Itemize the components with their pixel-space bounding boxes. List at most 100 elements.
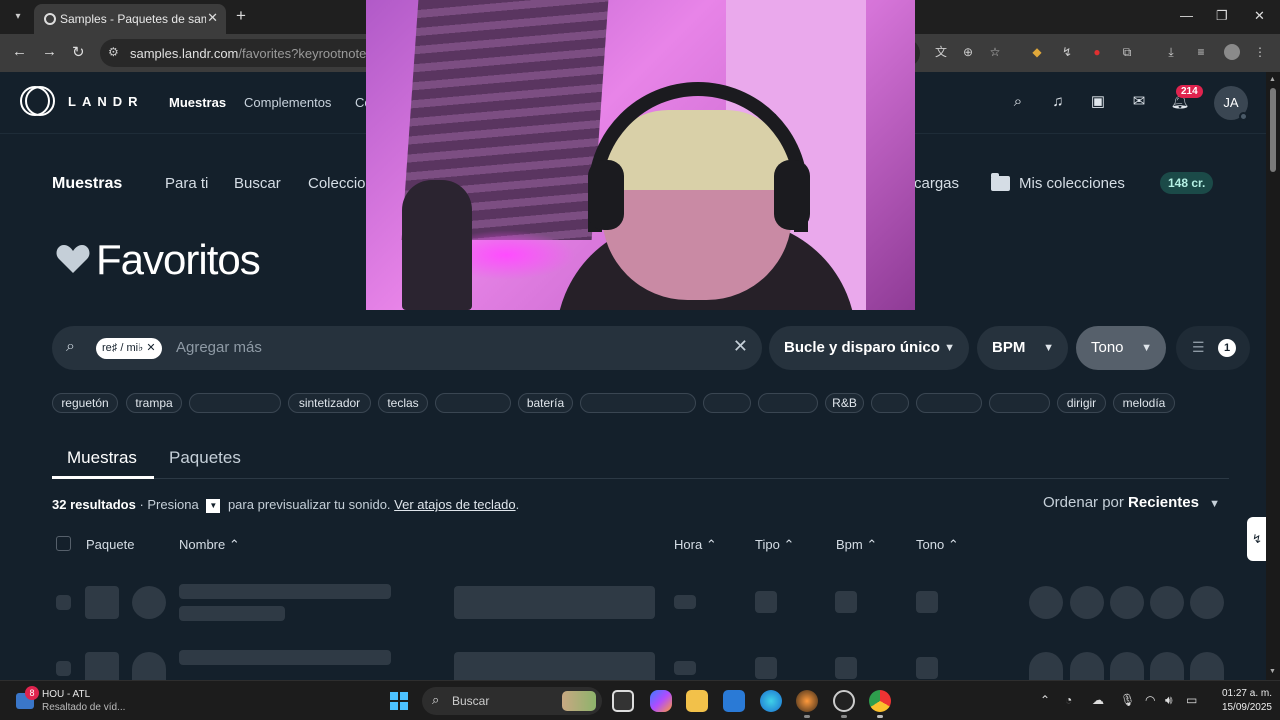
widget-line2: Resaltado de víd...: [42, 702, 126, 713]
file-explorer-icon[interactable]: [686, 690, 708, 712]
copilot-icon[interactable]: [650, 690, 672, 712]
record-icon[interactable]: ●: [1089, 44, 1105, 60]
mail-icon[interactable]: ✉: [1129, 92, 1149, 112]
forward-icon[interactable]: →: [42, 43, 57, 60]
key-dropdown[interactable]: Tono ▼: [1076, 326, 1166, 370]
sort-dropdown[interactable]: Ordenar por Recientes ▼: [1043, 494, 1220, 511]
bookmark-star-icon[interactable]: ☆: [987, 44, 1003, 60]
col-hora[interactable]: Hora ⌃: [674, 537, 717, 553]
tag-placeholder[interactable]: [758, 393, 818, 413]
window-close-icon[interactable]: ✕: [1254, 8, 1265, 24]
translate-icon[interactable]: 文: [933, 44, 949, 60]
tag-placeholder[interactable]: [189, 393, 281, 413]
reload-icon[interactable]: ↻: [72, 43, 85, 61]
cloud-icon[interactable]: ☁: [1092, 693, 1104, 707]
tray-overflow-icon[interactable]: ⌃: [1040, 693, 1050, 707]
volume-icon[interactable]: 🔊︎: [1165, 693, 1173, 708]
subnav-colecciones[interactable]: Coleccio: [308, 175, 366, 192]
maximize-icon[interactable]: ❐: [1216, 8, 1228, 24]
site-info-icon[interactable]: ⚙: [108, 45, 119, 59]
search-field[interactable]: ⌕ re♯ / mi♭ ✕ Agregar más ✕: [52, 326, 762, 370]
new-tab-icon[interactable]: +: [236, 6, 246, 26]
chip-remove-icon[interactable]: ✕: [146, 342, 155, 354]
tag-placeholder[interactable]: [703, 393, 751, 413]
page-scrollbar[interactable]: ▲ ▼: [1266, 72, 1280, 680]
side-panel-toggle-icon[interactable]: ↯: [1247, 517, 1267, 561]
tab-paquetes[interactable]: Paquetes: [169, 448, 241, 468]
filters-button[interactable]: ☰ 1: [1176, 326, 1250, 370]
back-icon[interactable]: ←: [12, 43, 27, 60]
battery-icon[interactable]: ▭: [1186, 693, 1197, 707]
col-bpm[interactable]: Bpm ⌃: [836, 537, 877, 553]
col-tipo[interactable]: Tipo ⌃: [755, 537, 794, 553]
windows-start-icon[interactable]: [390, 692, 408, 710]
profile-icon[interactable]: [1224, 44, 1240, 60]
tray-app-icon[interactable]: ◔: [1065, 693, 1072, 707]
subnav-buscar[interactable]: Buscar: [234, 175, 281, 192]
tag-placeholder[interactable]: [916, 393, 982, 413]
topnav-complementos[interactable]: Complementos: [244, 95, 331, 110]
webcam-headphone-cup: [774, 160, 810, 230]
obs-icon[interactable]: [833, 690, 855, 712]
col-tono[interactable]: Tono ⌃: [916, 537, 959, 553]
media-controls-icon[interactable]: ≡: [1193, 44, 1209, 60]
bpm-dropdown[interactable]: BPM ▼: [977, 326, 1068, 370]
tag-rnb[interactable]: R&B: [825, 393, 864, 413]
keyboard-shortcuts-link[interactable]: Ver atajos de teclado: [394, 497, 515, 512]
taskbar-search[interactable]: ⌕ Buscar: [422, 687, 602, 715]
fl-studio-icon[interactable]: [796, 690, 818, 712]
downloads-icon[interactable]: ⤓: [1163, 44, 1179, 60]
active-app-indicator: [804, 715, 810, 718]
store-icon[interactable]: [723, 690, 745, 712]
tag-reggaeton[interactable]: reguetón: [52, 393, 118, 413]
tag-placeholder[interactable]: [435, 393, 511, 413]
wifi-icon[interactable]: ◠: [1145, 693, 1155, 707]
landr-logo-icon[interactable]: [20, 86, 56, 116]
system-clock[interactable]: 01:27 a. m. 15/09/2025: [1206, 687, 1272, 715]
key-filter-chip[interactable]: re♯ / mi♭ ✕: [96, 338, 162, 359]
search-placeholder[interactable]: Agregar más: [176, 339, 262, 356]
edge-icon[interactable]: [760, 690, 782, 712]
subnav-para-ti[interactable]: Para ti: [165, 175, 208, 192]
scroll-up-icon[interactable]: ▲: [1269, 76, 1276, 83]
tag-trap[interactable]: trampa: [126, 393, 182, 413]
subnav-brand[interactable]: Muestras: [52, 175, 122, 193]
extensions-puzzle-icon[interactable]: ⧉: [1119, 44, 1135, 60]
col-nombre[interactable]: Nombre ⌃: [179, 537, 240, 553]
zoom-icon[interactable]: ⊕: [960, 44, 976, 60]
loop-type-dropdown[interactable]: Bucle y disparo único ▼: [769, 326, 969, 370]
tag-synth[interactable]: sintetizador: [288, 393, 371, 413]
tag-drums[interactable]: batería: [518, 393, 573, 413]
select-all-checkbox[interactable]: [56, 536, 71, 551]
tag-placeholder[interactable]: [871, 393, 909, 413]
subnav-mis-colecciones[interactable]: Mis colecciones: [1019, 175, 1125, 192]
tab-close-icon[interactable]: ✕: [207, 10, 218, 26]
tab-muestras[interactable]: Muestras: [67, 448, 137, 468]
microphone-icon[interactable]: 🎙︎: [1120, 693, 1135, 707]
scroll-down-icon[interactable]: ▼: [1269, 668, 1276, 675]
extension-cube-icon[interactable]: ◆: [1029, 44, 1045, 60]
sort-icon: ⌃: [866, 537, 878, 552]
topnav-muestras[interactable]: Muestras: [169, 95, 226, 110]
chrome-icon[interactable]: [869, 690, 891, 712]
loop-type-label: Bucle y disparo único: [784, 339, 940, 356]
tag-melody[interactable]: melodía: [1113, 393, 1175, 413]
bpm-skeleton: [835, 657, 857, 679]
extension-landr-icon[interactable]: ↯: [1059, 44, 1075, 60]
search-icon[interactable]: ⌕: [1008, 92, 1028, 112]
credits-badge[interactable]: 148 cr.: [1160, 172, 1214, 194]
browser-tab[interactable]: Samples - Paquetes de samples ✕: [34, 4, 226, 34]
tab-search-icon[interactable]: ▾: [8, 7, 28, 27]
tag-placeholder[interactable]: [580, 393, 696, 413]
music-note-icon[interactable]: ♫: [1048, 92, 1068, 112]
tag-lead[interactable]: dirigir: [1057, 393, 1106, 413]
task-view-icon[interactable]: [612, 690, 634, 712]
scrollbar-thumb[interactable]: [1270, 88, 1276, 172]
minimize-icon[interactable]: —: [1180, 8, 1193, 23]
clear-search-icon[interactable]: ✕: [733, 336, 748, 357]
tag-keys[interactable]: teclas: [378, 393, 428, 413]
browser-menu-icon[interactable]: ⋮: [1252, 44, 1268, 60]
subnav-descargas[interactable]: cargas: [914, 175, 959, 192]
tag-placeholder[interactable]: [989, 393, 1050, 413]
video-icon[interactable]: ▣: [1088, 92, 1108, 112]
